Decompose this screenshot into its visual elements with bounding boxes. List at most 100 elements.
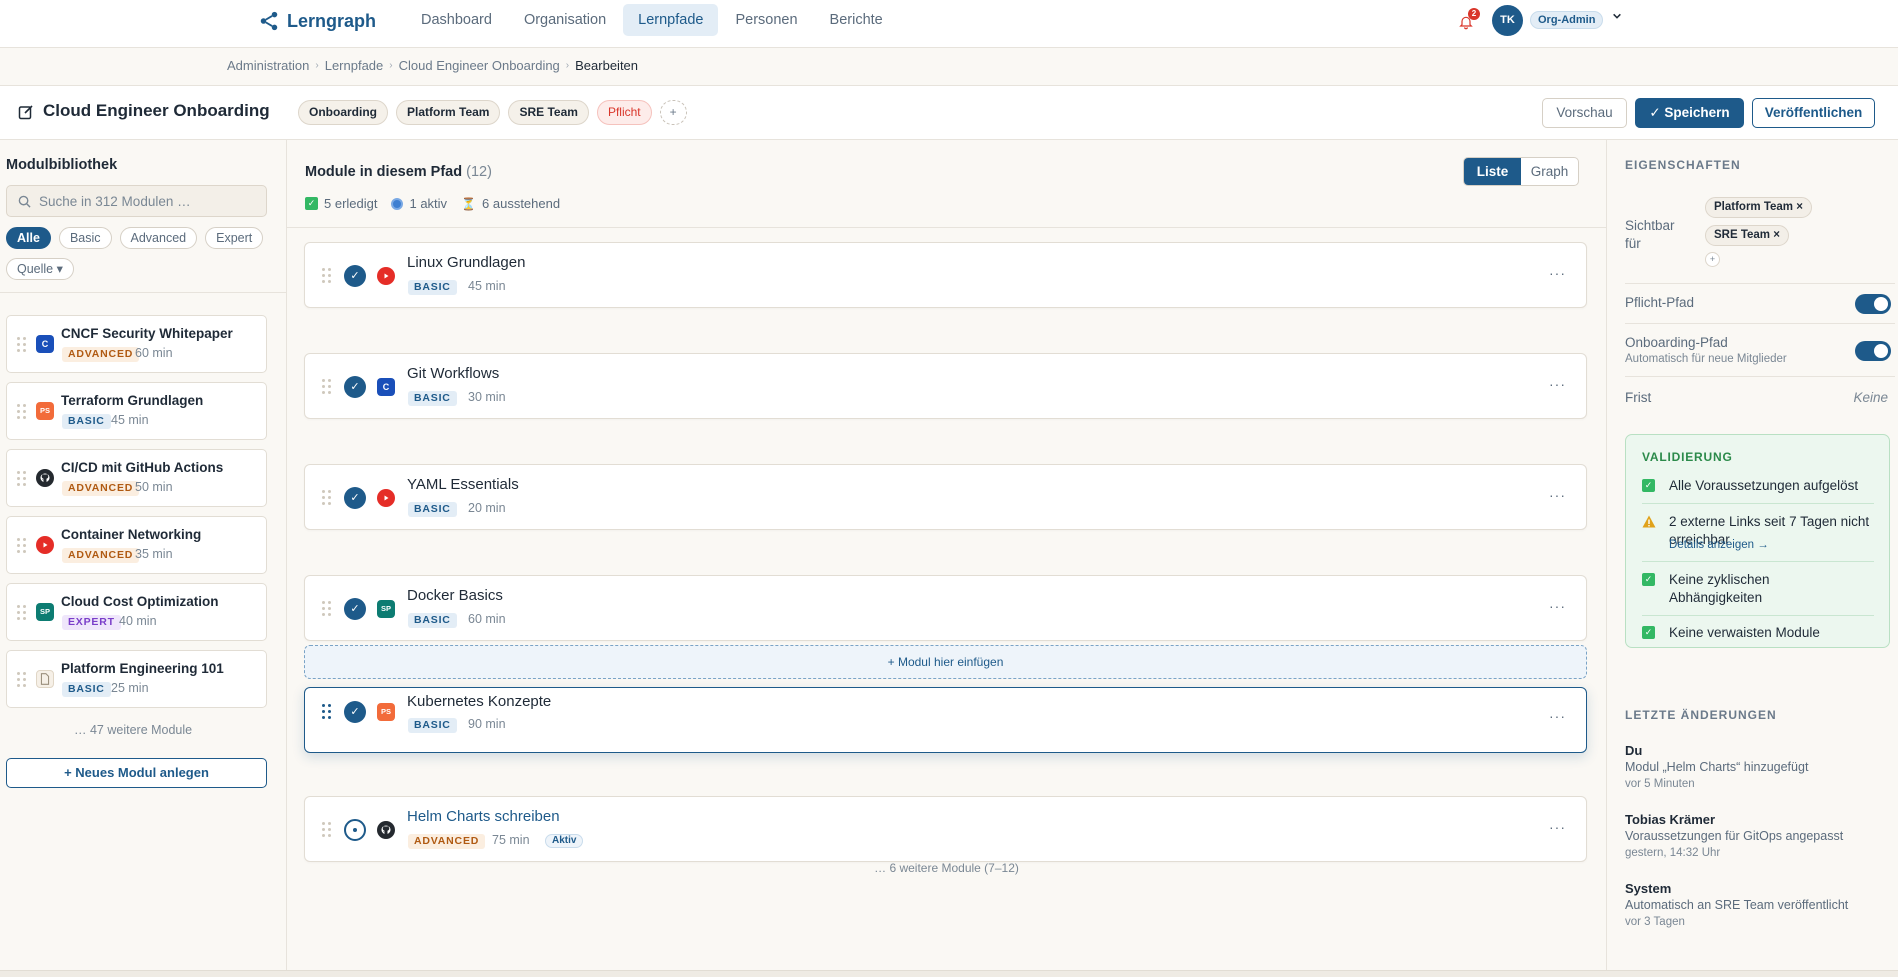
source-filter-dropdown[interactable]: Quelle ▾	[6, 258, 74, 280]
properties-panel: EIGENSCHAFTEN Sichtbar für Platform Team…	[1606, 140, 1898, 970]
validation-item: ✓ Keine verwaisten Module	[1642, 624, 1882, 644]
stat-pending: 6 ausstehend	[482, 196, 561, 211]
tag-platform-team[interactable]: Platform Team	[396, 100, 501, 125]
drag-handle-icon[interactable]	[17, 538, 27, 554]
visible-chip-sre-team[interactable]: SRE Team ×	[1705, 225, 1789, 246]
more-modules-text[interactable]: … 47 weitere Module	[74, 723, 192, 737]
coursera-icon: C	[36, 335, 54, 353]
properties-title: EIGENSCHAFTEN	[1625, 158, 1741, 172]
more-options-icon[interactable]: ···	[1549, 376, 1566, 392]
module-library-panel: Modulbibliothek Alle Basic Advanced Expe…	[0, 140, 287, 970]
library-module-card[interactable]: Platform Engineering 101 BASIC 25 min	[6, 650, 267, 708]
more-options-icon[interactable]: ···	[1549, 819, 1566, 835]
path-modules-count: (12)	[466, 164, 492, 180]
page-header: Cloud Engineer Onboarding Onboarding Pla…	[0, 86, 1898, 140]
more-options-icon[interactable]: ···	[1549, 487, 1566, 503]
filter-advanced[interactable]: Advanced	[119, 227, 198, 249]
drag-handle-icon[interactable]	[322, 601, 332, 617]
preview-button[interactable]: Vorschau	[1542, 98, 1627, 128]
drag-handle-icon[interactable]	[322, 268, 332, 284]
library-search[interactable]	[6, 185, 267, 217]
path-module-card[interactable]: ✓ YAML Essentials BASIC 20 min ···	[304, 464, 1587, 530]
filter-all[interactable]: Alle	[6, 227, 51, 249]
path-module-card-dragging[interactable]: ✓ PS Kubernetes Konzepte BASIC 90 min ··…	[304, 687, 1587, 753]
module-title: Container Networking	[61, 527, 202, 542]
nav-dashboard[interactable]: Dashboard	[406, 4, 507, 36]
breadcrumb-lernpfade[interactable]: Lernpfade	[325, 58, 384, 73]
user-avatar[interactable]: TK	[1492, 5, 1523, 36]
module-title: YAML Essentials	[407, 476, 519, 493]
drag-handle-icon[interactable]	[322, 822, 332, 838]
tag-pflicht[interactable]: Pflicht	[596, 100, 652, 125]
drag-handle-icon[interactable]	[322, 379, 332, 395]
new-module-button[interactable]: + Neues Modul anlegen	[6, 758, 267, 788]
tag-sre-team[interactable]: SRE Team	[508, 100, 589, 125]
drag-handle-icon[interactable]	[17, 404, 27, 420]
divider	[1625, 323, 1895, 324]
publish-button[interactable]: Veröffentlichen	[1752, 98, 1875, 128]
path-module-card[interactable]: ✓ Linux Grundlagen BASIC 45 min ···	[304, 242, 1587, 308]
module-title[interactable]: Helm Charts schreiben	[407, 808, 560, 825]
path-module-card-active[interactable]: Helm Charts schreiben ADVANCED 75 min Ak…	[304, 796, 1587, 862]
nav-lernpfade[interactable]: Lernpfade	[623, 4, 719, 36]
deadline-label: Frist	[1625, 390, 1652, 405]
nav-organisation[interactable]: Organisation	[509, 4, 621, 36]
filter-expert[interactable]: Expert	[205, 227, 264, 249]
nav-berichte[interactable]: Berichte	[815, 4, 898, 36]
drop-zone-insert-module[interactable]: + Modul hier einfügen	[304, 645, 1587, 679]
warning-icon	[1642, 515, 1656, 528]
drag-handle-icon[interactable]	[322, 704, 332, 720]
module-duration: 60 min	[468, 612, 506, 626]
breadcrumb-path[interactable]: Cloud Engineer Onboarding	[399, 58, 560, 73]
visible-chip-platform-team[interactable]: Platform Team ×	[1705, 197, 1812, 218]
library-search-input[interactable]	[39, 186, 259, 216]
view-toggle: Liste Graph	[1463, 157, 1579, 186]
view-list-button[interactable]: Liste	[1464, 158, 1521, 185]
filter-basic[interactable]: Basic	[58, 227, 112, 249]
more-options-icon[interactable]: ···	[1549, 598, 1566, 614]
library-module-card[interactable]: SP Cloud Cost Optimization EXPERT 40 min	[6, 583, 267, 641]
more-options-icon[interactable]: ···	[1549, 708, 1566, 724]
user-menu-chevron-icon[interactable]	[1612, 11, 1622, 24]
library-module-card[interactable]: PS Terraform Grundlagen BASIC 45 min	[6, 382, 267, 440]
library-module-card[interactable]: C CNCF Security Whitepaper ADVANCED 60 m…	[6, 315, 267, 373]
drag-handle-icon[interactable]	[17, 672, 27, 688]
library-title: Modulbibliothek	[6, 157, 118, 173]
details-link[interactable]: Details anzeigen →	[1669, 539, 1769, 551]
library-module-card[interactable]: CI/CD mit GitHub Actions ADVANCED 50 min	[6, 449, 267, 507]
search-icon	[18, 195, 31, 208]
divider	[1642, 615, 1874, 616]
notifications-button[interactable]: 2	[1456, 8, 1480, 30]
more-path-modules-text[interactable]: … 6 weitere Module (7–12)	[287, 861, 1606, 875]
add-tag-button[interactable]: +	[659, 100, 687, 125]
add-visibility-button[interactable]: +	[1705, 252, 1720, 267]
drag-handle-icon[interactable]	[17, 471, 27, 487]
edit-icon	[18, 105, 33, 120]
drag-handle-icon[interactable]	[17, 337, 27, 353]
onboarding-path-toggle[interactable]	[1855, 341, 1891, 361]
app-logo[interactable]: Lerngraph	[258, 10, 376, 32]
level-filters: Alle Basic Advanced Expert	[6, 227, 264, 249]
drag-handle-icon[interactable]	[322, 490, 332, 506]
mandatory-path-toggle[interactable]	[1855, 294, 1891, 314]
validation-box: VALIDIERUNG ✓ Alle Voraussetzungen aufge…	[1625, 434, 1890, 648]
pluralsight-icon: PS	[377, 703, 395, 721]
active-dot-icon	[391, 197, 404, 210]
validation-text: Alle Voraussetzungen aufgelöst	[1669, 478, 1859, 493]
tag-onboarding[interactable]: Onboarding	[298, 100, 388, 125]
divider	[287, 227, 1606, 228]
view-graph-button[interactable]: Graph	[1521, 158, 1578, 185]
more-options-icon[interactable]: ···	[1549, 265, 1566, 281]
save-button[interactable]: ✓ Speichern	[1635, 98, 1744, 128]
path-module-card[interactable]: ✓ SP Docker Basics BASIC 60 min ···	[304, 575, 1587, 641]
module-title: Terraform Grundlagen	[61, 393, 204, 408]
path-module-card[interactable]: ✓ C Git Workflows BASIC 30 min ···	[304, 353, 1587, 419]
library-module-card[interactable]: Container Networking ADVANCED 35 min	[6, 516, 267, 574]
module-title: Platform Engineering 101	[61, 661, 224, 676]
hourglass-icon: ⏳	[461, 196, 477, 211]
level-badge: BASIC	[62, 414, 111, 429]
breadcrumb-administration[interactable]: Administration	[227, 58, 309, 73]
nav-personen[interactable]: Personen	[720, 4, 812, 36]
deadline-value[interactable]: Keine	[1853, 390, 1888, 405]
drag-handle-icon[interactable]	[17, 605, 27, 621]
